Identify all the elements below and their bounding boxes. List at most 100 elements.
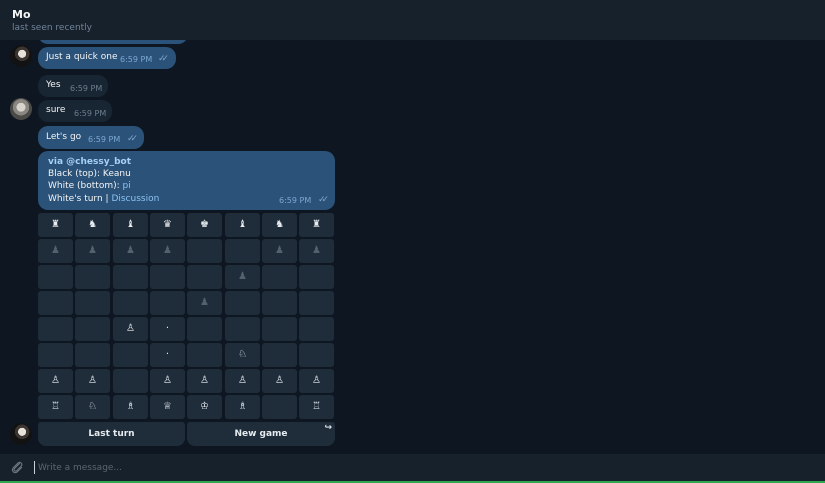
board-square[interactable]: ·: [150, 317, 185, 341]
board-square[interactable]: [187, 239, 222, 263]
chess-board-keyboard[interactable]: ♜ ♞ ♝ ♛ ♚ ♝ ♞ ♜ ♟ ♟ ♟ ♟ ♟ ♟ ♟ ♟ ♙ · · ♘ ♙ ♙ ♙ ♙ ♙ ♙ ♙ ♖ ♘ ♗ ♕ ♔ ♗ ♖: [38, 213, 335, 421]
board-square[interactable]: [187, 317, 222, 341]
board-square[interactable]: ♟: [150, 239, 185, 263]
board-square[interactable]: [299, 343, 334, 367]
board-square[interactable]: [187, 343, 222, 367]
via-bot-line: via @chessy_bot: [48, 157, 131, 167]
read-checks-icon: ✓✓: [318, 195, 329, 205]
board-square[interactable]: ♙: [187, 369, 222, 393]
message-input[interactable]: [36, 459, 736, 476]
contact-name[interactable]: Mo: [12, 8, 31, 21]
board-square[interactable]: ♟: [187, 291, 222, 315]
board-square[interactable]: ♟: [113, 239, 148, 263]
black-player-line: Black (top): Keanu: [48, 169, 131, 179]
board-square[interactable]: [299, 291, 334, 315]
board-square[interactable]: ♙: [299, 369, 334, 393]
board-square[interactable]: ♔: [187, 395, 222, 419]
board-square[interactable]: ♟: [299, 239, 334, 263]
avatar-mo[interactable]: [10, 423, 32, 445]
board-square[interactable]: ♙: [225, 369, 260, 393]
bot-username-link[interactable]: @chessy_bot: [66, 157, 131, 167]
paperclip-icon[interactable]: [10, 460, 24, 478]
avatar-mo[interactable]: [10, 45, 32, 67]
board-square[interactable]: ♞: [262, 213, 297, 237]
message-composer[interactable]: [0, 454, 825, 481]
board-square[interactable]: ♗: [113, 395, 148, 419]
white-player-link[interactable]: pi: [123, 181, 131, 191]
board-square[interactable]: [38, 317, 73, 341]
board-square[interactable]: ♙: [113, 317, 148, 341]
board-square[interactable]: [262, 317, 297, 341]
board-square[interactable]: ♜: [38, 213, 73, 237]
message-bubble[interactable]: Let's go 6:59 PM ✓✓: [38, 126, 144, 149]
board-square[interactable]: ♙: [262, 369, 297, 393]
board-square[interactable]: ♘: [225, 343, 260, 367]
board-square[interactable]: [187, 265, 222, 289]
board-square[interactable]: ♗: [225, 395, 260, 419]
message-text: Yes: [46, 80, 61, 90]
board-square[interactable]: ♙: [75, 369, 110, 393]
board-square[interactable]: ♘: [75, 395, 110, 419]
board-square[interactable]: [299, 317, 334, 341]
white-label: White (bottom):: [48, 181, 123, 191]
board-square[interactable]: ♛: [150, 213, 185, 237]
board-square[interactable]: [38, 343, 73, 367]
board-square[interactable]: ♖: [299, 395, 334, 419]
last-turn-button[interactable]: Last turn: [38, 422, 185, 446]
message-time: 6:59 PM: [279, 196, 312, 205]
board-square[interactable]: [262, 265, 297, 289]
board-square[interactable]: [225, 291, 260, 315]
game-message-bubble[interactable]: via @chessy_bot Black (top): Keanu White…: [38, 151, 335, 210]
new-game-label: New game: [234, 429, 288, 439]
text-caret: [34, 461, 35, 474]
black-player-name: Keanu: [102, 169, 131, 179]
message-time: 6:59 PM: [70, 84, 103, 93]
message-bubble[interactable]: sure 6:59 PM: [38, 100, 112, 122]
message-list[interactable]: Just a quick one 6:59 PM ✓✓ Yes 6:59 PM …: [0, 40, 825, 454]
board-square[interactable]: [113, 369, 148, 393]
board-square[interactable]: [75, 317, 110, 341]
new-game-button[interactable]: New game ↪: [187, 422, 335, 446]
board-square[interactable]: [38, 265, 73, 289]
board-square[interactable]: ♙: [38, 369, 73, 393]
board-square[interactable]: [75, 291, 110, 315]
discussion-link[interactable]: Discussion: [111, 194, 159, 204]
board-square[interactable]: [225, 239, 260, 263]
board-square[interactable]: ♜: [299, 213, 334, 237]
board-square[interactable]: [262, 343, 297, 367]
message-time: 6:59 PM: [74, 109, 107, 118]
board-square[interactable]: ♝: [225, 213, 260, 237]
board-square[interactable]: ♕: [150, 395, 185, 419]
board-square[interactable]: [150, 265, 185, 289]
board-square[interactable]: [113, 265, 148, 289]
board-square[interactable]: [75, 343, 110, 367]
chat-header[interactable]: Mo last seen recently: [0, 0, 825, 40]
share-icon[interactable]: ↪: [324, 423, 332, 433]
board-square[interactable]: [262, 395, 297, 419]
message-time: 6:59 PM: [120, 55, 153, 64]
board-square[interactable]: [150, 291, 185, 315]
board-square[interactable]: ♟: [75, 239, 110, 263]
message-bubble[interactable]: Yes 6:59 PM: [38, 75, 108, 97]
board-square[interactable]: ♖: [38, 395, 73, 419]
board-square[interactable]: ♟: [38, 239, 73, 263]
board-square[interactable]: [225, 317, 260, 341]
board-square[interactable]: ♞: [75, 213, 110, 237]
read-checks-icon: ✓✓: [158, 54, 169, 64]
board-square[interactable]: [299, 265, 334, 289]
board-square[interactable]: ♟: [225, 265, 260, 289]
board-square[interactable]: ♟: [262, 239, 297, 263]
message-bubble[interactable]: Just a quick one 6:59 PM ✓✓: [38, 47, 176, 69]
last-turn-label: Last turn: [88, 429, 135, 439]
board-square[interactable]: ♝: [113, 213, 148, 237]
message-time: 6:59 PM: [88, 135, 121, 144]
board-square[interactable]: ♚: [187, 213, 222, 237]
board-square[interactable]: ·: [150, 343, 185, 367]
board-square[interactable]: [38, 291, 73, 315]
board-square[interactable]: [262, 291, 297, 315]
avatar-pi[interactable]: [10, 98, 32, 120]
board-square[interactable]: [113, 343, 148, 367]
board-square[interactable]: [75, 265, 110, 289]
board-square[interactable]: ♙: [150, 369, 185, 393]
board-square[interactable]: [113, 291, 148, 315]
